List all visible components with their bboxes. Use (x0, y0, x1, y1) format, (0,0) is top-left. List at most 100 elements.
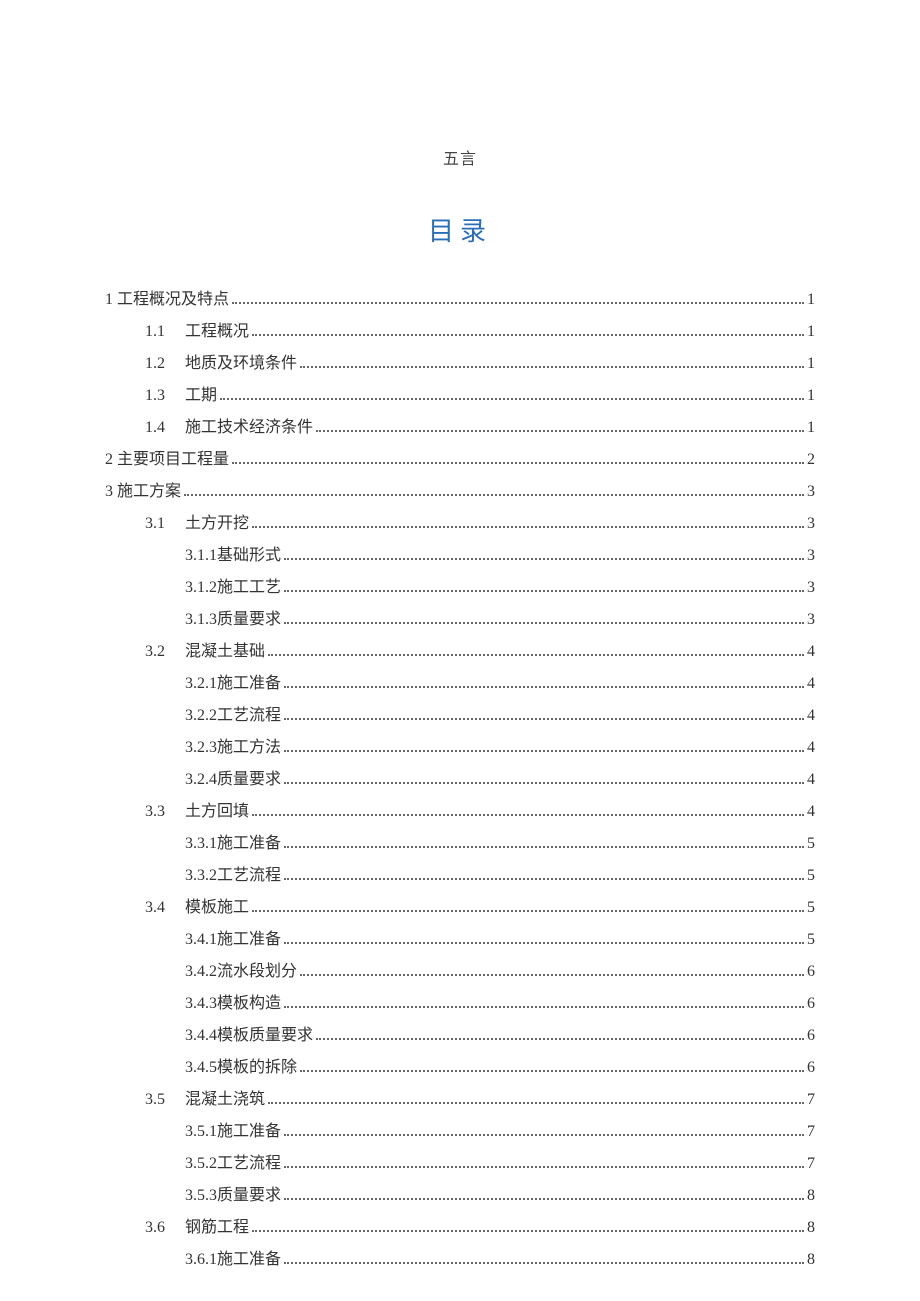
toc-entry-number: 2 (105, 451, 113, 468)
toc-entry-text: 施工技术经济条件 (185, 419, 313, 436)
toc-entry-number: 3.2.2 (185, 707, 217, 724)
toc-entry-page: 7 (807, 1084, 815, 1116)
toc-entry-text: 工程概况及特点 (117, 291, 229, 308)
toc-entry-page: 1 (807, 412, 815, 444)
toc-entry-text: 混凝土基础 (185, 643, 265, 660)
toc-entry-page: 5 (807, 828, 815, 860)
toc-entry[interactable]: 3.1土方开挖 3 (105, 508, 815, 540)
toc-entry[interactable]: 3.5.1施工准备7 (105, 1116, 815, 1148)
toc-entry-label: 1.3工期 (145, 380, 217, 412)
toc-leader-dots (284, 846, 804, 848)
toc-entry-number: 3.3.2 (185, 867, 217, 884)
toc-entry[interactable]: 3.1.3质量要求3 (105, 604, 815, 636)
toc-leader-dots (284, 750, 804, 752)
toc-entry[interactable]: 3.1.1基础形式 3 (105, 540, 815, 572)
toc-leader-dots (284, 1262, 804, 1264)
toc-leader-dots (284, 1134, 804, 1136)
toc-entry-label: 3.1土方开挖 (145, 508, 249, 540)
toc-entry[interactable]: 3.1.2施工工艺3 (105, 572, 815, 604)
toc-entry-page: 4 (807, 668, 815, 700)
toc-entry-text: 施工准备 (217, 1251, 281, 1268)
toc-entry[interactable]: 3.3.2工艺流程 5 (105, 860, 815, 892)
toc-leader-dots (252, 1230, 804, 1232)
toc-entry-page: 6 (807, 1052, 815, 1084)
toc-entry[interactable]: 3.2.3施工方法4 (105, 732, 815, 764)
toc-entry-page: 3 (807, 508, 815, 540)
toc-entry[interactable]: 3.5.2工艺流程7 (105, 1148, 815, 1180)
toc-entry[interactable]: 3.6钢筋工程8 (105, 1212, 815, 1244)
toc-leader-dots (300, 1070, 804, 1072)
header-label: 五言 (105, 145, 815, 169)
toc-entry-label: 3.4.1施工准备 (185, 924, 281, 956)
toc-entry-label: 3.2.3施工方法 (185, 732, 281, 764)
toc-entry-text: 施工准备 (217, 931, 281, 948)
toc-leader-dots (316, 1038, 804, 1040)
toc-entry[interactable]: 3.2.4质量要求4 (105, 764, 815, 796)
toc-entry-text: 模板质量要求 (217, 1027, 313, 1044)
toc-entry-label: 3.4.3模板构造 (185, 988, 281, 1020)
toc-entry[interactable]: 3.4.5模板的拆除6 (105, 1052, 815, 1084)
toc-entry-text: 土方回填 (185, 803, 249, 820)
toc-entry[interactable]: 3.4模板施工5 (105, 892, 815, 924)
toc-entry-label: 3.4模板施工 (145, 892, 249, 924)
toc-entry-page: 8 (807, 1180, 815, 1212)
toc-entry[interactable]: 3.2混凝土基础4 (105, 636, 815, 668)
toc-entry[interactable]: 3.2.1施工准备4 (105, 668, 815, 700)
toc-entry-page: 5 (807, 860, 815, 892)
toc-entry-text: 流水段划分 (217, 963, 297, 980)
toc-entry-number: 3.4.4 (185, 1027, 217, 1044)
toc-entry-number: 3.1.2 (185, 579, 217, 596)
toc-entry-number: 3.1.3 (185, 611, 217, 628)
toc-entry-page: 3 (807, 540, 815, 572)
toc-entry[interactable]: 3.5.3质量要求8 (105, 1180, 815, 1212)
toc-leader-dots (252, 910, 804, 912)
toc-entry-page: 6 (807, 988, 815, 1020)
toc-entry[interactable]: 3.3土方回填4 (105, 796, 815, 828)
toc-entry[interactable]: 1.2地质及环境条件1 (105, 348, 815, 380)
toc-entry-label: 3.2混凝土基础 (145, 636, 265, 668)
toc-entry[interactable]: 3.4.1施工准备5 (105, 924, 815, 956)
toc-entry[interactable]: 3.6.1施工准备 8 (105, 1244, 815, 1276)
toc-entry-text: 基础形式 (217, 547, 281, 564)
toc-leader-dots (284, 622, 804, 624)
toc-entry[interactable]: 1.1工程概况 1 (105, 316, 815, 348)
toc-entry-label: 1.4施工技术经济条件 (145, 412, 313, 444)
toc-entry[interactable]: 1 工程概况及特点1 (105, 284, 815, 316)
toc-entry-number: 3.1.1 (185, 547, 217, 564)
toc-entry-label: 3.2.4质量要求 (185, 764, 281, 796)
toc-entry-page: 1 (807, 316, 815, 348)
toc-entry[interactable]: 3.3.1施工准备5 (105, 828, 815, 860)
toc-entry-text: 土方开挖 (185, 515, 249, 532)
toc-leader-dots (300, 366, 804, 368)
toc-entry[interactable]: 3.4.3模板构造 6 (105, 988, 815, 1020)
toc-entry-text: 混凝土浇筑 (185, 1091, 265, 1108)
toc-entry[interactable]: 2 主要项目工程量2 (105, 444, 815, 476)
toc-leader-dots (252, 814, 804, 816)
toc-entry-label: 3.4.2流水段划分 (185, 956, 297, 988)
toc-entry-text: 施工工艺 (217, 579, 281, 596)
toc-entry-page: 1 (807, 380, 815, 412)
toc-entry[interactable]: 1.3工期 1 (105, 380, 815, 412)
toc-entry-page: 8 (807, 1244, 815, 1276)
toc-entry-text: 质量要求 (217, 611, 281, 628)
toc-leader-dots (284, 1006, 804, 1008)
toc-entry[interactable]: 3.4.2流水段划分6 (105, 956, 815, 988)
toc-entry-label: 3.3土方回填 (145, 796, 249, 828)
toc-leader-dots (284, 782, 804, 784)
toc-entry[interactable]: 3 施工方案3 (105, 476, 815, 508)
toc-entry-number: 3.4 (145, 892, 185, 924)
toc-entry-text: 施工准备 (217, 675, 281, 692)
toc-leader-dots (284, 1166, 804, 1168)
toc-entry[interactable]: 3.4.4模板质量要求6 (105, 1020, 815, 1052)
toc-leader-dots (316, 430, 804, 432)
toc-entry-label: 3.1.3质量要求 (185, 604, 281, 636)
toc-entry[interactable]: 3.5混凝土浇筑7 (105, 1084, 815, 1116)
toc-entry-text: 施工准备 (217, 1123, 281, 1140)
toc-entry[interactable]: 1.4施工技术经济条件 1 (105, 412, 815, 444)
toc-entry-label: 3.3.2工艺流程 (185, 860, 281, 892)
toc-entry-text: 模板构造 (217, 995, 281, 1012)
toc-entry[interactable]: 3.2.2工艺流程4 (105, 700, 815, 732)
toc-entry-text: 施工方法 (217, 739, 281, 756)
toc-entry-number: 3.6.1 (185, 1251, 217, 1268)
toc-entry-label: 1.1工程概况 (145, 316, 249, 348)
